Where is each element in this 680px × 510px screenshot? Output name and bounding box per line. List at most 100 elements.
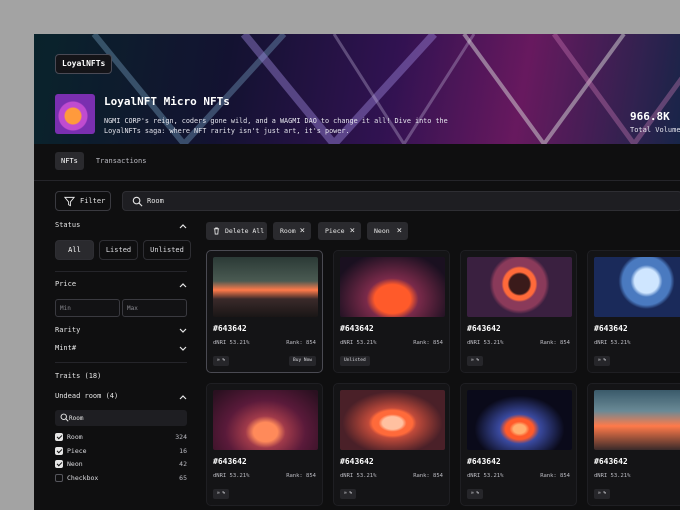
nft-card[interactable]: #643642 dNRI 53.21% ∞ %: [587, 383, 680, 506]
nft-dnri: dNRI 53.21%: [340, 473, 377, 479]
nft-dnri: dNRI 53.21%: [467, 340, 504, 346]
close-icon[interactable]: ×: [350, 222, 355, 240]
chip-label: Piece: [325, 227, 345, 235]
chevron-up-icon: [179, 224, 187, 229]
status-listed-button[interactable]: Listed: [99, 240, 138, 260]
checkbox[interactable]: [55, 447, 63, 455]
nft-id: #643642: [213, 457, 247, 466]
trait-option-neon[interactable]: Neon 42: [55, 459, 187, 469]
nft-rank: Rank: 854: [540, 473, 570, 479]
filter-label: Filter: [80, 197, 106, 205]
trait-option-room[interactable]: Room 324: [55, 432, 187, 442]
nft-rank: Rank: 854: [286, 473, 316, 479]
nft-tag: Unlisted: [340, 356, 370, 366]
nft-card[interactable]: #643642 dNRI 53.21% Rank: 854 ∞ %: [333, 383, 450, 506]
delete-all-button[interactable]: Delete All: [206, 222, 267, 240]
nft-dnri: dNRI 53.21%: [594, 473, 631, 479]
tab-divider: [34, 180, 680, 181]
trait-count: 65: [179, 474, 187, 482]
checkbox[interactable]: [55, 474, 63, 482]
status-section-header[interactable]: Status: [55, 221, 187, 233]
nft-tag: ∞ %: [467, 356, 484, 366]
nft-tag: ∞ %: [213, 489, 230, 499]
price-min-input[interactable]: [55, 299, 120, 317]
trait-search-bar[interactable]: [55, 410, 187, 426]
trait-group-label: Undead room (4): [55, 392, 119, 400]
app-window: LoyalNFTs LoyalNFT Micro NFTs NGMI CORP'…: [34, 34, 680, 510]
trait-option-checkbox[interactable]: Checkbox 65: [55, 473, 187, 483]
traits-label: Traits (18): [55, 372, 102, 380]
nft-rank: Rank: 854: [286, 340, 316, 346]
nft-rank: Rank: 854: [540, 340, 570, 346]
delete-all-label: Delete All: [225, 227, 265, 235]
nft-image: [340, 390, 445, 450]
close-icon[interactable]: ×: [300, 222, 305, 240]
price-max-input[interactable]: [122, 299, 187, 317]
chevron-up-icon: [179, 395, 187, 400]
nft-id: #643642: [594, 324, 628, 333]
chip-label: Neon: [374, 227, 390, 235]
search-icon: [60, 413, 69, 422]
nft-id: #643642: [594, 457, 628, 466]
tab-nfts[interactable]: NFTs: [55, 152, 84, 170]
collection-avatar: [55, 94, 95, 134]
checkbox[interactable]: [55, 433, 63, 441]
search-bar[interactable]: [122, 191, 680, 211]
filter-chip-neon[interactable]: Neon ×: [367, 222, 408, 240]
trash-icon: [213, 227, 220, 235]
nft-card[interactable]: #643642 dNRI 53.21% Rank: 854 ∞ %: [460, 250, 577, 373]
status-all-button[interactable]: All: [55, 240, 94, 260]
close-icon[interactable]: ×: [397, 222, 402, 240]
trait-name: Piece: [67, 447, 87, 455]
trait-search-input[interactable]: [69, 411, 179, 425]
filter-button[interactable]: Filter: [55, 191, 111, 211]
checkbox[interactable]: [55, 460, 63, 468]
trait-group-header[interactable]: Undead room (4): [55, 392, 187, 404]
nft-card[interactable]: #643642 dNRI 53.21% Rank: 854 Unlisted: [333, 250, 450, 373]
collection-description: NGMI CORP's reign, coders gone wild, and…: [104, 117, 448, 135]
filter-icon: [64, 196, 75, 207]
rarity-section-header[interactable]: Rarity: [55, 326, 187, 338]
nft-image: [594, 257, 680, 317]
mint-section-header[interactable]: Mint#: [55, 344, 187, 356]
buy-now-button[interactable]: Buy Now: [289, 356, 316, 366]
nft-card[interactable]: #643642 dNRI 53.21% Rank: 854 ∞ % Buy No…: [206, 250, 323, 373]
brand-logo[interactable]: LoyalNFTs: [55, 54, 113, 74]
collection-title: LoyalNFT Micro NFTs: [104, 95, 230, 108]
nft-id: #643642: [467, 457, 501, 466]
nft-rank: Rank: 854: [413, 340, 443, 346]
collection-banner: LoyalNFTs LoyalNFT Micro NFTs NGMI CORP'…: [34, 34, 680, 144]
status-label: Status: [55, 221, 81, 229]
filter-chip-piece[interactable]: Piece ×: [318, 222, 361, 240]
nft-rank: Rank: 854: [413, 473, 443, 479]
sidebar-divider: [55, 362, 187, 363]
nft-image: [340, 257, 445, 317]
mint-label: Mint#: [55, 344, 77, 352]
chip-label: Room: [280, 227, 296, 235]
nft-id: #643642: [467, 324, 501, 333]
total-volume-label: Total Volume: [630, 126, 680, 134]
price-section-header[interactable]: Price: [55, 280, 187, 292]
trait-option-piece[interactable]: Piece 16: [55, 446, 187, 456]
nft-dnri: dNRI 53.21%: [594, 340, 631, 346]
filter-chip-room[interactable]: Room ×: [273, 222, 311, 240]
nft-tag: ∞ %: [340, 489, 357, 499]
chevron-down-icon: [179, 346, 187, 351]
status-unlisted-button[interactable]: Unlisted: [143, 240, 191, 260]
nft-dnri: dNRI 53.21%: [467, 473, 504, 479]
search-input[interactable]: [147, 194, 447, 208]
nft-dnri: dNRI 53.21%: [340, 340, 377, 346]
nft-card[interactable]: #643642 dNRI 53.21% ∞ %: [587, 250, 680, 373]
nft-card[interactable]: #643642 dNRI 53.21% Rank: 854 ∞ %: [206, 383, 323, 506]
nft-image: [467, 257, 572, 317]
nft-dnri: dNRI 53.21%: [213, 473, 250, 479]
tab-bar: NFTs Transactions: [55, 152, 152, 170]
tab-transactions[interactable]: Transactions: [90, 152, 153, 170]
nft-card[interactable]: #643642 dNRI 53.21% Rank: 854 ∞ %: [460, 383, 577, 506]
nft-image: [467, 390, 572, 450]
search-icon: [132, 196, 143, 207]
status-segmented-control: All Listed Unlisted: [55, 240, 191, 260]
nft-image: [213, 390, 318, 450]
nft-tag: ∞ %: [467, 489, 484, 499]
price-label: Price: [55, 280, 77, 288]
